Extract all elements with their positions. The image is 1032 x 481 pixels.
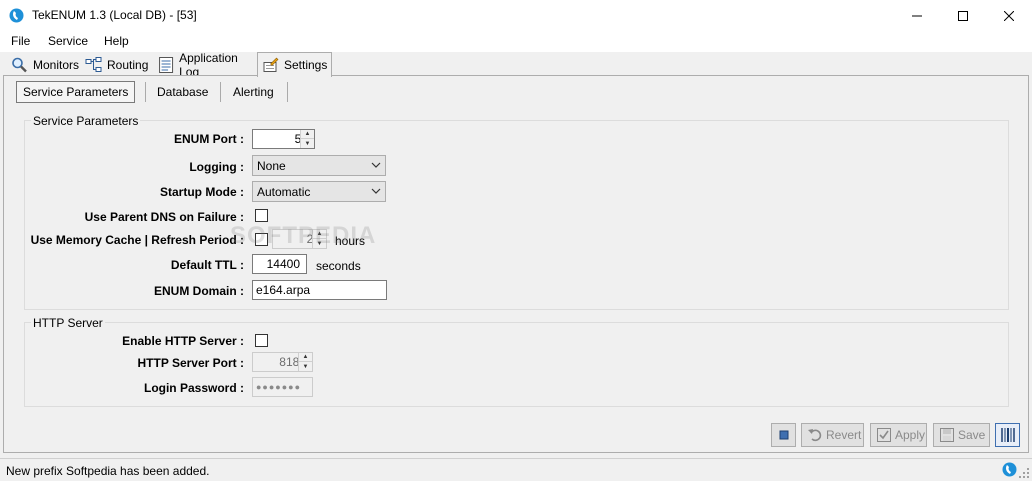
http-port-stepper[interactable]: 8181 ▲ ▼: [252, 352, 313, 372]
tab-label: Routing: [107, 58, 149, 72]
app-logo-icon: [9, 8, 24, 23]
logging-value: None: [257, 158, 286, 173]
enable-http-label: Enable HTTP Server :: [122, 334, 244, 348]
default-ttl-value: 14400: [266, 257, 300, 271]
revert-button[interactable]: Revert: [801, 423, 864, 447]
login-password-label: Login Password :: [143, 381, 244, 395]
menu-help[interactable]: Help: [104, 34, 129, 48]
window-title: TekENUM 1.3 (Local DB) - [53]: [32, 8, 197, 22]
title-bar: TekENUM 1.3 (Local DB) - [53]: [0, 0, 1032, 31]
subtab-label: Service Parameters: [23, 85, 129, 99]
subtab-separator: [145, 82, 146, 102]
chevron-down-icon: [371, 162, 381, 168]
spin-up-icon[interactable]: ▲: [301, 130, 314, 139]
barcode-button[interactable]: [995, 423, 1020, 447]
save-label: Save: [958, 428, 986, 442]
seconds-unit: seconds: [316, 259, 361, 273]
enum-domain-value: e164.arpa: [256, 283, 311, 297]
settings-panel: Service Parameters Database Alerting Ser…: [3, 75, 1029, 453]
subtab-separator: [287, 82, 288, 102]
default-ttl-label: Default TTL :: [170, 258, 244, 272]
close-icon: [1004, 10, 1014, 21]
default-ttl-input[interactable]: 14400: [252, 254, 307, 274]
barcode-icon: [1001, 428, 1015, 442]
status-text: New prefix Softpedia has been added.: [6, 464, 210, 478]
subtab-separator: [220, 82, 221, 102]
tab-label: Settings: [284, 58, 328, 72]
subtab-service-parameters[interactable]: Service Parameters: [16, 81, 136, 103]
spin-down-icon[interactable]: ▼: [299, 362, 312, 371]
startup-mode-value: Automatic: [257, 184, 311, 199]
close-button[interactable]: [986, 0, 1032, 31]
log-icon: [159, 57, 174, 73]
tab-settings[interactable]: Settings: [257, 52, 332, 77]
menu-service[interactable]: Service: [48, 34, 88, 48]
logging-select[interactable]: None: [252, 155, 386, 176]
app-status-icon: [1002, 462, 1017, 477]
startup-mode-label: Startup Mode :: [160, 185, 244, 199]
menu-bar: File Service Help: [0, 31, 1032, 52]
subtab-database[interactable]: Database: [157, 81, 208, 103]
enable-http-checkbox[interactable]: [255, 334, 268, 347]
group-legend: HTTP Server: [31, 316, 105, 330]
logging-label: Logging :: [189, 160, 244, 174]
routing-icon: [85, 57, 102, 72]
minimize-button[interactable]: [894, 0, 940, 31]
parent-dns-label: Use Parent DNS on Failure :: [84, 210, 244, 224]
revert-icon: [808, 429, 822, 442]
startup-mode-select[interactable]: Automatic: [252, 181, 386, 202]
spin-buttons[interactable]: ▲ ▼: [298, 353, 312, 371]
main-tabs: Monitors Routing Application Log Setting…: [0, 51, 1032, 79]
minimize-icon: [912, 15, 922, 16]
maximize-icon: [958, 10, 968, 21]
magnifier-icon: [12, 57, 27, 73]
login-password-value: ●●●●●●●: [256, 382, 302, 392]
save-button[interactable]: Save: [933, 423, 990, 447]
stop-button[interactable]: [771, 423, 796, 447]
apply-button[interactable]: Apply: [870, 423, 927, 447]
tab-monitors[interactable]: Monitors: [7, 54, 81, 76]
spin-up-icon[interactable]: ▲: [299, 353, 312, 362]
subtab-label: Database: [157, 85, 209, 99]
enum-port-stepper[interactable]: 53 ▲ ▼: [252, 129, 315, 149]
chevron-down-icon: [371, 188, 381, 194]
group-legend: Service Parameters: [31, 114, 141, 128]
tab-routing[interactable]: Routing: [81, 54, 152, 76]
apply-label: Apply: [895, 428, 926, 442]
enum-domain-label: ENUM Domain :: [154, 284, 244, 298]
parent-dns-checkbox[interactable]: [255, 209, 268, 222]
tab-application-log[interactable]: Application Log: [154, 51, 257, 79]
status-bar: New prefix Softpedia has been added.: [0, 458, 1032, 481]
memory-cache-label: Use Memory Cache | Refresh Period :: [30, 233, 244, 247]
maximize-button[interactable]: [940, 0, 986, 31]
resize-grip-icon[interactable]: [1019, 468, 1030, 479]
enum-port-label: ENUM Port :: [174, 132, 244, 146]
spin-buttons[interactable]: ▲ ▼: [300, 130, 314, 148]
apply-icon: [877, 428, 891, 442]
tab-label: Monitors: [33, 58, 80, 72]
save-icon: [940, 428, 954, 442]
menu-file[interactable]: File: [11, 34, 30, 48]
watermark: SOFTPEDIA: [230, 222, 377, 249]
login-password-input[interactable]: ●●●●●●●: [252, 377, 313, 397]
enum-domain-input[interactable]: e164.arpa: [252, 280, 387, 300]
subtab-alerting[interactable]: Alerting: [233, 81, 274, 103]
revert-label: Revert: [826, 428, 862, 442]
spin-down-icon[interactable]: ▼: [301, 139, 314, 148]
subtab-label: Alerting: [233, 85, 274, 99]
stop-icon: [779, 430, 789, 440]
http-port-label: HTTP Server Port :: [137, 356, 244, 370]
settings-icon: [263, 57, 279, 72]
